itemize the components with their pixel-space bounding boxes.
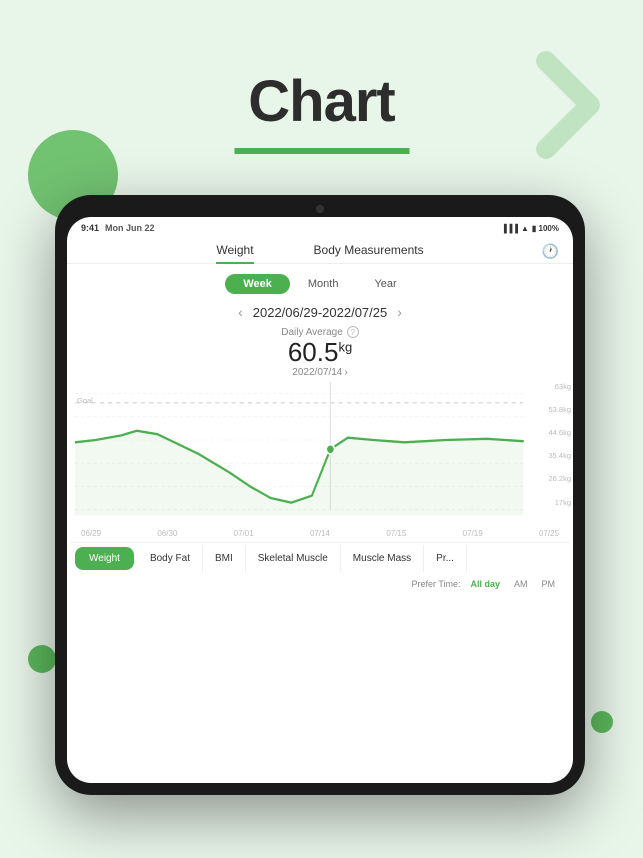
metric-muscle-mass[interactable]: Muscle Mass (341, 545, 424, 572)
x-label-5: 07/15 (386, 529, 406, 538)
status-bar: 9:41 Mon Jun 22 ▐▐▐ ▲ ▮ 100% (67, 217, 573, 235)
chart-y-labels: 63kg 53.8kg 44.6kg 35.4kg 26.2kg 17kg (548, 382, 573, 507)
stats-date[interactable]: 2022/07/14 › (67, 367, 573, 378)
metric-weight[interactable]: Weight (75, 547, 134, 570)
nav-tabs: Weight Body Measurements (67, 235, 573, 264)
tab-weight[interactable]: Weight (216, 239, 253, 263)
prev-date-arrow[interactable]: ‹ (238, 304, 243, 320)
period-year[interactable]: Year (356, 274, 414, 294)
date-range: ‹ 2022/06/29-2022/07/25 › (67, 304, 573, 320)
x-label-4: 07/14 (310, 529, 330, 538)
stats-value: 60.5kg (67, 338, 573, 367)
title-underline (234, 148, 409, 154)
x-label-2: 06/30 (157, 529, 177, 538)
stats-section: Daily Average ? 60.5kg 2022/07/14 › (67, 326, 573, 378)
page-title: Chart (0, 68, 643, 135)
history-icon[interactable]: 🕐 (542, 243, 559, 260)
date-range-label: 2022/06/29-2022/07/25 (253, 305, 387, 320)
x-label-6: 07/19 (463, 529, 483, 538)
y-label-2: 53.8kg (548, 405, 571, 414)
prefer-time-allday[interactable]: All day (466, 578, 504, 590)
y-label-6: 17kg (555, 498, 571, 507)
next-date-arrow[interactable]: › (397, 304, 402, 320)
device-screen: 9:41 Mon Jun 22 ▐▐▐ ▲ ▮ 100% Weight Body… (67, 217, 573, 783)
device-frame: 9:41 Mon Jun 22 ▐▐▐ ▲ ▮ 100% Weight Body… (55, 195, 585, 795)
bg-circle-small-right (591, 711, 613, 733)
metric-bmi[interactable]: BMI (203, 545, 246, 572)
status-icons: ▐▐▐ ▲ ▮ 100% (501, 224, 559, 233)
tab-body-measurements[interactable]: Body Measurements (314, 239, 424, 263)
prefer-time-am[interactable]: AM (510, 578, 532, 590)
status-time: 9:41 (81, 223, 99, 233)
x-label-7: 07/25 (539, 529, 559, 538)
prefer-time-pm[interactable]: PM (538, 578, 560, 590)
metric-tabs: Weight Body Fat BMI Skeletal Muscle Musc… (71, 542, 569, 574)
prefer-time-row: Prefer Time: All day AM PM (67, 574, 573, 596)
chart-svg (75, 382, 559, 527)
y-label-4: 35.4kg (548, 451, 571, 460)
x-label-1: 06/29 (81, 529, 101, 538)
prefer-time-label: Prefer Time: (411, 579, 460, 589)
metric-tabs-row: Weight Body Fat BMI Skeletal Muscle Musc… (67, 538, 573, 574)
stats-date-arrow[interactable]: › (344, 367, 347, 378)
y-label-5: 26.2kg (548, 474, 571, 483)
bg-circle-small-left (28, 645, 56, 673)
chart-container: Goal 63kg 53.8kg 44.6kg 35.4kg 26.2kg 17… (67, 382, 573, 527)
device-camera (316, 205, 324, 213)
period-week[interactable]: Week (225, 274, 290, 294)
wifi-icon: ▲ (521, 224, 529, 233)
goal-label: Goal (77, 396, 93, 405)
y-label-1: 63kg (555, 382, 571, 391)
metric-skeletal-muscle[interactable]: Skeletal Muscle (246, 545, 341, 572)
info-icon[interactable]: ? (347, 326, 359, 338)
x-label-3: 07/01 (234, 529, 254, 538)
chart-x-labels: 06/29 06/30 07/01 07/14 07/15 07/19 07/2… (67, 527, 573, 538)
period-selector: Week Month Year (220, 274, 420, 294)
battery-icon: ▮ 100% (532, 224, 559, 233)
metric-prefer[interactable]: Pr... (424, 545, 467, 572)
status-date: Mon Jun 22 (105, 223, 155, 233)
signal-icon: ▐▐▐ (501, 224, 518, 233)
period-month[interactable]: Month (290, 274, 357, 294)
metric-body-fat[interactable]: Body Fat (138, 545, 203, 572)
y-label-3: 44.6kg (548, 428, 571, 437)
